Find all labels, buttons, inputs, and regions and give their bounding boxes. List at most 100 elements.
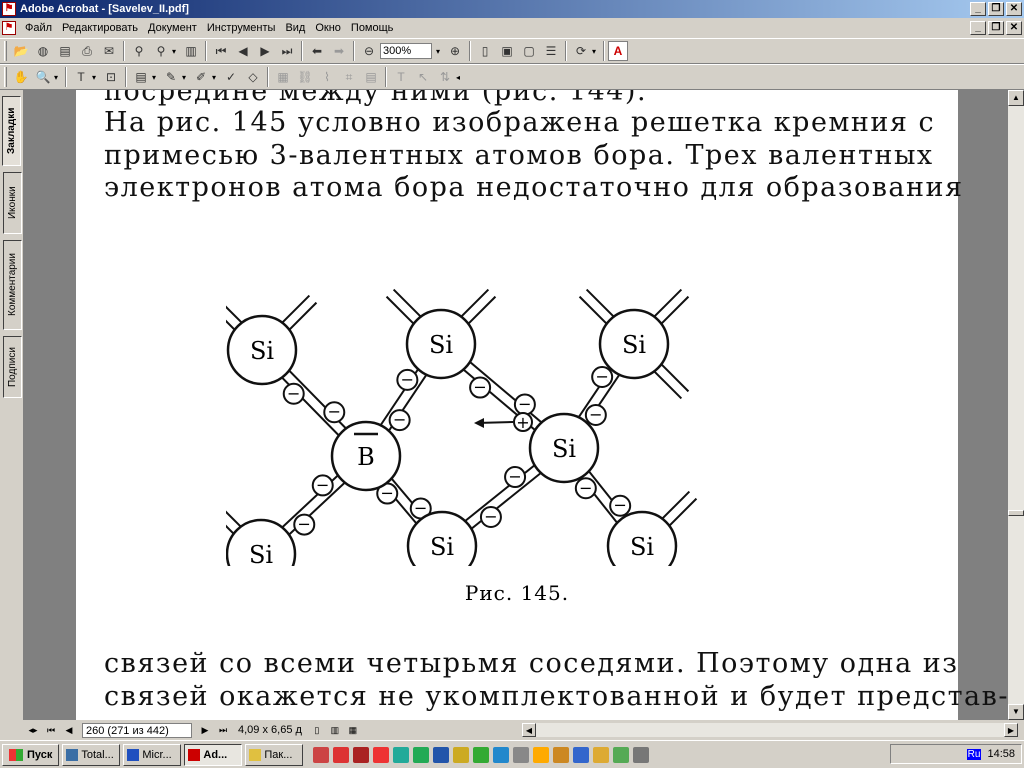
go-forward-icon[interactable]: ➡ <box>329 41 349 61</box>
touchup-object-icon[interactable]: ↖ <box>413 67 433 87</box>
close-button[interactable]: ✕ <box>1006 2 1022 16</box>
clock[interactable]: 14:58 <box>987 748 1015 760</box>
chevron-down-icon[interactable]: ▾ <box>54 73 62 82</box>
app-icon[interactable] <box>633 746 650 763</box>
last-page-icon[interactable]: ⏭ <box>216 723 230 737</box>
form-tool-icon[interactable]: ▦ <box>273 67 293 87</box>
tab-thumbnails[interactable]: Иконки <box>3 172 22 234</box>
chevron-down-icon[interactable]: ▾ <box>172 47 180 56</box>
acrobat-icon[interactable] <box>333 746 350 763</box>
article-tool-icon[interactable]: ⌇ <box>317 67 337 87</box>
zoom-out-icon[interactable]: ⊖ <box>359 41 379 61</box>
app-icon[interactable] <box>593 746 610 763</box>
first-page-icon[interactable]: ⏮ <box>44 723 58 737</box>
zoom-in-icon[interactable]: ⊕ <box>445 41 465 61</box>
facing-icon[interactable]: ▦ <box>346 723 360 737</box>
chevron-down-icon[interactable]: ▾ <box>152 73 160 82</box>
word-icon[interactable] <box>433 746 450 763</box>
print-icon[interactable]: ⎙ <box>77 41 97 61</box>
media-icon[interactable] <box>533 746 550 763</box>
start-button[interactable]: Пуск <box>2 743 60 766</box>
menu-help[interactable]: Помощь <box>346 22 399 34</box>
zoom-tool-icon[interactable]: 🔍 <box>33 67 53 87</box>
page-number-field[interactable]: 260 (271 из 442) <box>82 722 192 738</box>
fit-width-icon[interactable]: ▢ <box>519 41 539 61</box>
email-icon[interactable]: ✉ <box>99 41 119 61</box>
show-hide-navigation-icon[interactable]: ▥ <box>181 41 201 61</box>
spell-check-icon[interactable]: ✓ <box>221 67 241 87</box>
reflow-icon[interactable]: ☰ <box>541 41 561 61</box>
next-page-icon[interactable]: ▶ <box>198 723 212 737</box>
movie-tool-icon[interactable]: ▤ <box>361 67 381 87</box>
chevron-down-icon[interactable]: ▾ <box>436 47 444 56</box>
tab-bookmarks[interactable]: Закладки <box>2 96 21 166</box>
previous-page-icon[interactable]: ◀ <box>62 723 76 737</box>
internet-explorer-icon[interactable] <box>493 746 510 763</box>
touchup-text-icon[interactable]: T <box>391 67 411 87</box>
rotate-view-icon[interactable]: ⟳ <box>571 41 591 61</box>
scroll-left-icon[interactable]: ◀ <box>522 723 536 737</box>
menu-tools[interactable]: Инструменты <box>202 22 281 34</box>
next-page-icon[interactable]: ▶ <box>255 41 275 61</box>
task-total-commander[interactable]: Total... <box>62 743 121 766</box>
app-icon[interactable] <box>453 746 470 763</box>
search-icon[interactable]: ⚲ <box>151 41 171 61</box>
note-icon[interactable]: ▤ <box>131 67 151 87</box>
minimize-button[interactable]: _ <box>970 2 986 16</box>
task-word[interactable]: Micr... <box>123 743 182 766</box>
vertical-scrollbar[interactable]: ▲ ▼ <box>1008 90 1024 720</box>
language-indicator[interactable]: Ru <box>966 748 982 760</box>
previous-page-icon[interactable]: ◀ <box>233 41 253 61</box>
web-icon[interactable]: ◍ <box>33 41 53 61</box>
tab-signatures[interactable]: Подписи <box>3 336 22 398</box>
first-page-icon[interactable]: ⏮ <box>211 41 231 61</box>
doc-restore-button[interactable]: ❐ <box>988 21 1004 35</box>
excel-icon[interactable] <box>413 746 430 763</box>
crop-tool-icon[interactable]: ⌗ <box>339 67 359 87</box>
save-icon[interactable]: ▤ <box>55 41 75 61</box>
snapshot-icon[interactable]: ⊡ <box>101 67 121 87</box>
document-view[interactable]: посредине между ними (рис. 144). На рис.… <box>24 90 1008 720</box>
chevron-down-icon[interactable]: ▾ <box>212 73 220 82</box>
toolbar-grip[interactable] <box>4 67 7 87</box>
chevron-right-icon[interactable]: ◂ <box>456 73 464 82</box>
scroll-right-icon[interactable]: ▶ <box>1004 723 1018 737</box>
app-icon[interactable] <box>473 746 490 763</box>
task-folder[interactable]: Пак... <box>245 743 304 766</box>
resize-icon[interactable]: ◂▸ <box>26 723 40 737</box>
scroll-thumb[interactable] <box>1008 510 1024 516</box>
eraser-icon[interactable]: ◇ <box>243 67 263 87</box>
horizontal-scrollbar[interactable]: ◀ ▶ <box>522 723 1018 737</box>
scroll-down-icon[interactable]: ▼ <box>1008 704 1024 720</box>
maximize-button[interactable]: ❐ <box>988 2 1004 16</box>
menu-view[interactable]: Вид <box>280 22 310 34</box>
actual-size-icon[interactable]: ▯ <box>475 41 495 61</box>
continuous-icon[interactable]: ▥ <box>328 723 342 737</box>
doc-minimize-button[interactable]: _ <box>970 21 986 35</box>
toolbar-grip[interactable] <box>4 41 7 61</box>
zoom-field[interactable] <box>380 43 432 59</box>
app-icon[interactable] <box>513 746 530 763</box>
adobe-logo-icon[interactable]: A <box>608 41 628 61</box>
menu-file[interactable]: Файл <box>20 22 57 34</box>
link-tool-icon[interactable]: ⛓ <box>295 67 315 87</box>
hand-tool-icon[interactable]: ✋ <box>11 67 31 87</box>
chevron-down-icon[interactable]: ▾ <box>182 73 190 82</box>
scroll-up-icon[interactable]: ▲ <box>1008 90 1024 106</box>
go-back-icon[interactable]: ⬅ <box>307 41 327 61</box>
task-acrobat[interactable]: Ad... <box>184 743 243 766</box>
app-icon[interactable] <box>613 746 630 763</box>
app-icon[interactable] <box>393 746 410 763</box>
pencil-icon[interactable]: ✎ <box>161 67 181 87</box>
doc-close-button[interactable]: ✕ <box>1006 21 1022 35</box>
app-icon[interactable] <box>373 746 390 763</box>
chevron-down-icon[interactable]: ▾ <box>592 47 600 56</box>
fit-page-icon[interactable]: ▣ <box>497 41 517 61</box>
menu-document[interactable]: Документ <box>143 22 202 34</box>
tab-comments[interactable]: Комментарии <box>3 240 22 330</box>
menu-window[interactable]: Окно <box>310 22 346 34</box>
app-icon[interactable] <box>553 746 570 763</box>
last-page-icon[interactable]: ⏭ <box>277 41 297 61</box>
document-icon[interactable]: ⚑ <box>2 21 16 35</box>
mail-icon[interactable] <box>353 746 370 763</box>
